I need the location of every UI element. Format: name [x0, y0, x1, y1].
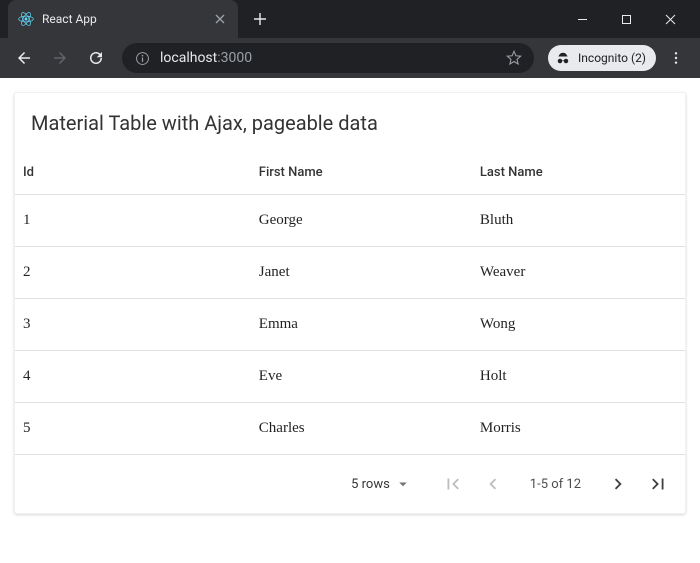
- tab-bar: React App: [0, 0, 700, 38]
- site-info-icon[interactable]: [134, 50, 150, 66]
- address-bar: localhost:3000 Incognito (2): [0, 38, 700, 78]
- table-row[interactable]: 4 Eve Holt: [15, 351, 685, 403]
- cell-id: 5: [15, 403, 243, 455]
- cell-last: Weaver: [464, 247, 685, 299]
- window-maximize-button[interactable]: [604, 1, 648, 37]
- data-table: Id First Name Last Name 1 George Bluth 2…: [15, 153, 685, 455]
- url-text: localhost:3000: [160, 50, 496, 66]
- table-row[interactable]: 1 George Bluth: [15, 195, 685, 247]
- url-host: localhost: [160, 50, 217, 66]
- url-port: :3000: [217, 50, 252, 66]
- cell-id: 4: [15, 351, 243, 403]
- next-page-button[interactable]: [601, 467, 635, 501]
- header-id[interactable]: Id: [15, 153, 243, 195]
- cell-first: Emma: [243, 299, 464, 351]
- incognito-label: Incognito (2): [578, 51, 646, 65]
- pagination-bar: 5 rows 1-5 of 12: [15, 455, 685, 513]
- cell-first: Janet: [243, 247, 464, 299]
- window-close-button[interactable]: [648, 1, 692, 37]
- cell-first: Charles: [243, 403, 464, 455]
- table-row[interactable]: 2 Janet Weaver: [15, 247, 685, 299]
- browser-tab[interactable]: React App: [8, 0, 238, 38]
- cell-first: Eve: [243, 351, 464, 403]
- cell-id: 3: [15, 299, 243, 351]
- cell-last: Wong: [464, 299, 685, 351]
- rows-label: 5 rows: [351, 477, 390, 492]
- cell-first: George: [243, 195, 464, 247]
- last-page-button[interactable]: [641, 467, 675, 501]
- table-header-row: Id First Name Last Name: [15, 153, 685, 195]
- cell-last: Bluth: [464, 195, 685, 247]
- browser-chrome: React App: [0, 0, 700, 78]
- page-range-label: 1-5 of 12: [530, 477, 581, 492]
- page-title: Material Table with Ajax, pageable data: [15, 93, 685, 153]
- cell-id: 1: [15, 195, 243, 247]
- new-tab-button[interactable]: [246, 5, 274, 33]
- cell-last: Holt: [464, 351, 685, 403]
- tab-close-icon[interactable]: [212, 11, 228, 27]
- browser-menu-button[interactable]: [660, 42, 692, 74]
- tab-title: React App: [42, 12, 204, 26]
- table-row[interactable]: 5 Charles Morris: [15, 403, 685, 455]
- cell-id: 2: [15, 247, 243, 299]
- previous-page-button[interactable]: [476, 467, 510, 501]
- window-controls: [560, 1, 692, 37]
- incognito-badge[interactable]: Incognito (2): [548, 45, 656, 71]
- bookmark-star-icon[interactable]: [506, 50, 522, 66]
- table-card: Material Table with Ajax, pageable data …: [14, 92, 686, 514]
- reload-button[interactable]: [80, 42, 112, 74]
- chevron-down-icon: [394, 475, 412, 493]
- react-favicon-icon: [18, 11, 34, 27]
- url-input[interactable]: localhost:3000: [122, 43, 534, 73]
- header-last-name[interactable]: Last Name: [464, 153, 685, 195]
- cell-last: Morris: [464, 403, 685, 455]
- header-first-name[interactable]: First Name: [243, 153, 464, 195]
- rows-per-page-select[interactable]: 5 rows: [351, 475, 412, 493]
- page-content: Material Table with Ajax, pageable data …: [0, 78, 700, 528]
- window-minimize-button[interactable]: [560, 1, 604, 37]
- first-page-button[interactable]: [436, 467, 470, 501]
- back-button[interactable]: [8, 42, 40, 74]
- forward-button[interactable]: [44, 42, 76, 74]
- table-row[interactable]: 3 Emma Wong: [15, 299, 685, 351]
